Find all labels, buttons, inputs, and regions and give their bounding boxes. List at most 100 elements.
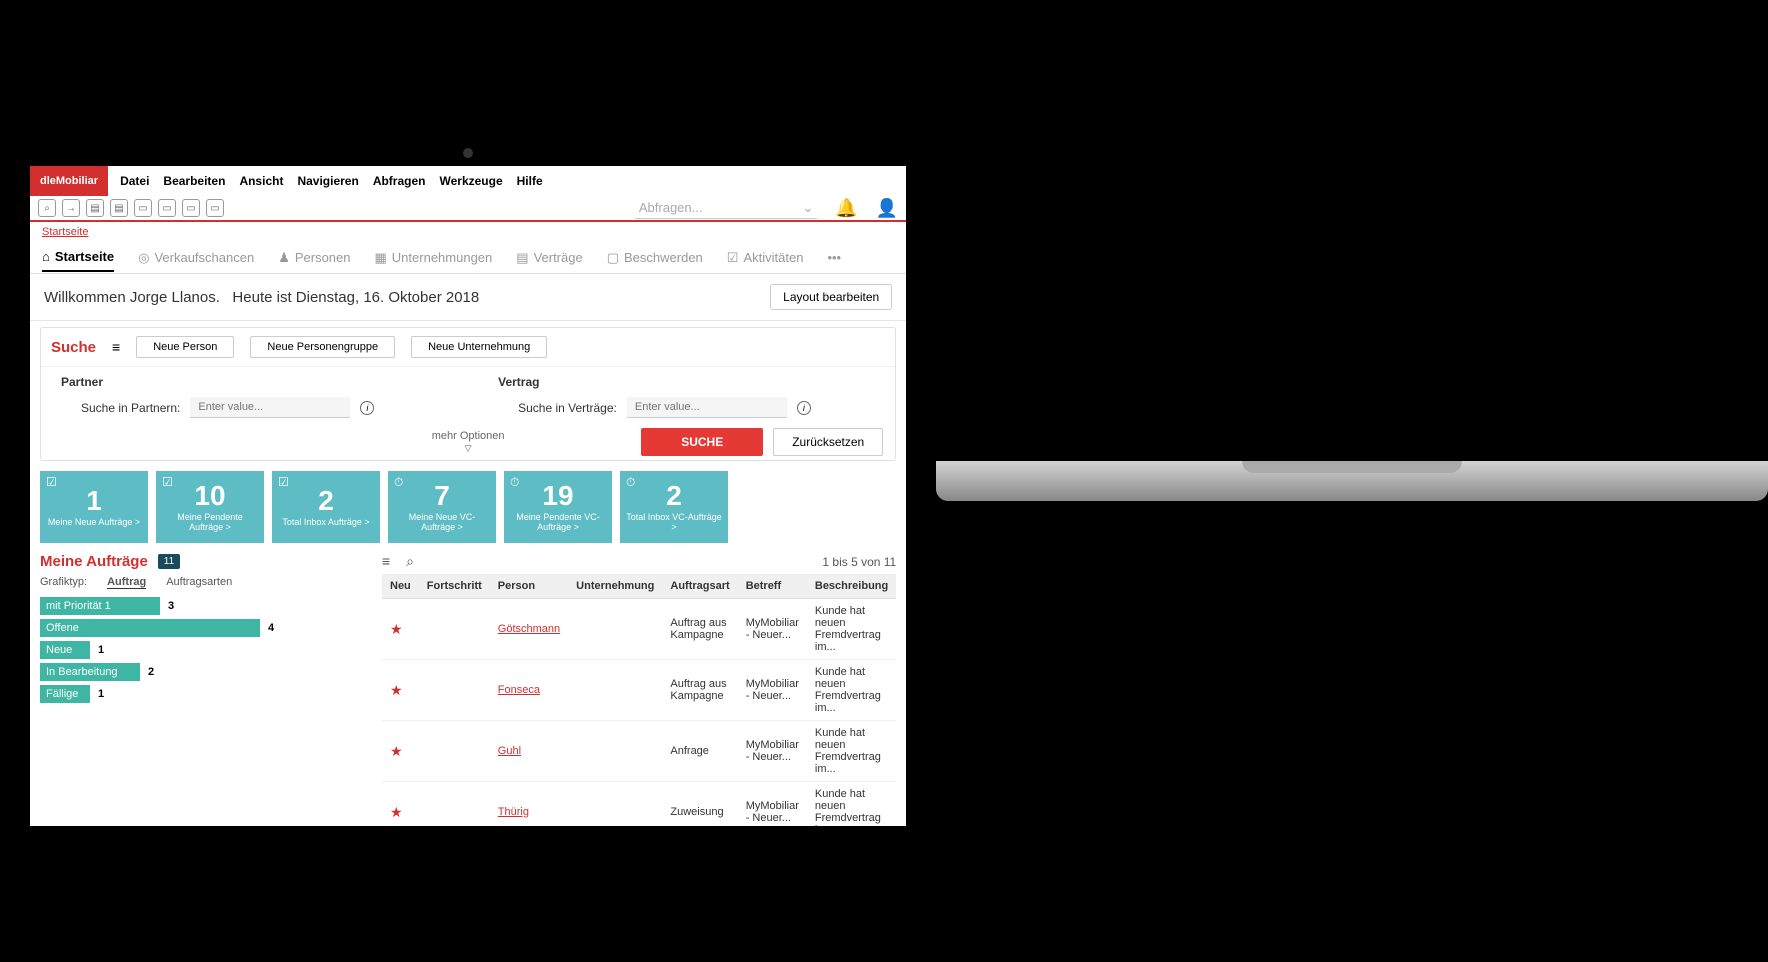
tab-beschwerden[interactable]: ▢Beschwerden [607, 244, 703, 272]
tile-total-vc[interactable]: ⏱2Total Inbox VC-Aufträge > [620, 471, 728, 543]
search-icon[interactable]: ⌕ [38, 199, 56, 217]
column-header[interactable]: Beschreibung [807, 574, 896, 599]
tab-verkaufschancen[interactable]: ◎Verkaufschancen [138, 244, 254, 272]
person-icon: ♟ [278, 250, 290, 266]
bar-count: 4 [268, 622, 274, 634]
search-panel: Suche ≡ Neue Person Neue Personengruppe … [40, 327, 896, 461]
tile-number: 7 [434, 482, 450, 510]
tile-label: Total Inbox Aufträge > [282, 517, 369, 527]
table-row[interactable]: ★FonsecaAuftrag aus KampagneMyMobiliar -… [382, 660, 896, 721]
new-person-button[interactable]: Neue Person [136, 336, 234, 358]
person-link[interactable]: Fonseca [498, 684, 540, 696]
doc2-icon[interactable]: ▤ [110, 199, 128, 217]
tabs: ⌂Startseite ◎Verkaufschancen ♟ Personen ▦… [30, 242, 906, 274]
column-header[interactable]: Fortschritt [419, 574, 490, 599]
tab-vertraege[interactable]: ▤Verträge [516, 244, 582, 272]
info-icon[interactable]: i [797, 401, 811, 415]
cell-betreff: MyMobiliar - Neuer... [738, 599, 807, 660]
hamburger-icon[interactable]: ≡ [382, 553, 390, 570]
grafiktyp-auftrag[interactable]: Auftrag [107, 576, 146, 589]
new-group-button[interactable]: Neue Personengruppe [250, 336, 395, 358]
welcome-text: Willkommen Jorge Llanos. Heute ist Diens… [44, 289, 479, 306]
bar-count: 2 [148, 666, 154, 678]
breadcrumb-link[interactable]: Startseite [42, 226, 88, 238]
menu-abfragen[interactable]: Abfragen [373, 174, 426, 188]
tile-number: 2 [666, 482, 682, 510]
bar-row[interactable]: mit Priorität 13 [40, 597, 370, 615]
menu-navigieren[interactable]: Navigieren [297, 174, 358, 188]
tile-pendente-vc[interactable]: ⏱19Meine Pendente VC-Aufträge > [504, 471, 612, 543]
window4-icon[interactable]: ▭ [206, 199, 224, 217]
hamburger-icon[interactable]: ≡ [112, 339, 120, 355]
tile-number: 19 [542, 482, 573, 510]
menu-datei[interactable]: Datei [120, 174, 149, 188]
more-options-label: mehr Optionen [432, 430, 505, 442]
tile-pendente-auftraege[interactable]: ☑10Meine Pendente Aufträge > [156, 471, 264, 543]
tile-neue-vc[interactable]: ⏱7Meine Neue VC-Aufträge > [388, 471, 496, 543]
vertrag-search-label: Suche in Verträge: [518, 401, 617, 415]
column-header[interactable]: Unternehmung [568, 574, 662, 599]
column-header[interactable]: Betreff [738, 574, 807, 599]
bar-row[interactable]: Offene 4 [40, 619, 370, 637]
doc-icon[interactable]: ▤ [86, 199, 104, 217]
chevron-down-icon: ⌄ [802, 200, 813, 216]
chat-icon: ▢ [607, 250, 619, 266]
info-icon[interactable]: i [360, 401, 374, 415]
tab-unternehmungen[interactable]: ▦Unternehmungen [375, 244, 493, 272]
star-icon: ★ [390, 682, 403, 698]
bar: Offene [40, 619, 260, 637]
query-dropdown[interactable]: Abfragen... ⌄ [635, 198, 818, 219]
menu-hilfe[interactable]: Hilfe [517, 174, 543, 188]
cell-art: Anfrage [662, 721, 737, 782]
tab-startseite[interactable]: ⌂Startseite [42, 243, 114, 272]
search-button[interactable]: SUCHE [641, 428, 763, 456]
partner-search-input[interactable] [190, 397, 350, 418]
menu-ansicht[interactable]: Ansicht [239, 174, 283, 188]
tab-label: Verkaufschancen [154, 250, 254, 265]
menu-items: Datei Bearbeiten Ansicht Navigieren Abfr… [108, 174, 555, 188]
menu-bearbeiten[interactable]: Bearbeiten [163, 174, 225, 188]
window2-icon[interactable]: ▭ [158, 199, 176, 217]
bell-icon[interactable]: 🔔 [835, 198, 857, 219]
person-link[interactable]: Thürig [498, 806, 529, 818]
column-header[interactable]: Neu [382, 574, 419, 599]
reset-button[interactable]: Zurücksetzen [773, 428, 883, 456]
forward-icon[interactable]: → [62, 199, 80, 217]
star-icon: ★ [390, 804, 403, 820]
left-column: Meine Aufträge 11 Grafiktyp: Auftrag Auf… [40, 553, 370, 826]
search-icon[interactable]: ⌕ [406, 553, 414, 570]
clock-icon: ⏱ [510, 475, 519, 490]
table-row[interactable]: ★GuhlAnfrageMyMobiliar - Neuer...Kunde h… [382, 721, 896, 782]
tab-more[interactable]: ••• [827, 244, 841, 271]
window1-icon[interactable]: ▭ [134, 199, 152, 217]
column-header[interactable]: Auftragsart [662, 574, 737, 599]
home-icon: ⌂ [42, 249, 50, 264]
layout-edit-button[interactable]: Layout bearbeiten [770, 284, 892, 310]
person-link[interactable]: Guhl [498, 745, 521, 757]
menu-werkzeuge[interactable]: Werkzeuge [439, 174, 502, 188]
tab-aktivitaeten[interactable]: ☑Aktivitäten [727, 244, 804, 272]
grafiktyp-auftragsarten[interactable]: Auftragsarten [166, 576, 232, 589]
vertrag-search-input[interactable] [627, 397, 787, 418]
table-row[interactable]: ★GötschmannAuftrag aus KampagneMyMobilia… [382, 599, 896, 660]
tab-personen[interactable]: ♟ Personen [278, 244, 350, 272]
more-options[interactable]: mehr Optionen ▽ [432, 430, 505, 454]
bar-row[interactable]: In Bearbeitung2 [40, 663, 370, 681]
table-row[interactable]: ★ThürigZuweisungMyMobiliar - Neuer...Kun… [382, 782, 896, 827]
column-header[interactable]: Person [490, 574, 568, 599]
window3-icon[interactable]: ▭ [182, 199, 200, 217]
tile-neue-auftraege[interactable]: ☑1Meine Neue Aufträge > [40, 471, 148, 543]
person-link[interactable]: Götschmann [498, 623, 560, 635]
right-column: ≡ ⌕ 1 bis 5 von 11 NeuFortschrittPersonU… [382, 553, 896, 826]
tile-total-inbox[interactable]: ☑2Total Inbox Aufträge > [272, 471, 380, 543]
user-icon[interactable]: 👤 [876, 198, 898, 219]
cell-betreff: MyMobiliar - Neuer... [738, 721, 807, 782]
new-company-button[interactable]: Neue Unternehmung [411, 336, 547, 358]
bar-row[interactable]: Fällige1 [40, 685, 370, 703]
tab-label: Personen [295, 250, 351, 265]
cell-besch: Kunde hat neuen Fremdvertrag im... [807, 782, 896, 827]
bar-row[interactable]: Neue1 [40, 641, 370, 659]
tile-label: Total Inbox VC-Aufträge > [624, 512, 724, 532]
meine-auftraege-title: Meine Aufträge [40, 553, 148, 570]
star-icon: ★ [390, 743, 403, 759]
